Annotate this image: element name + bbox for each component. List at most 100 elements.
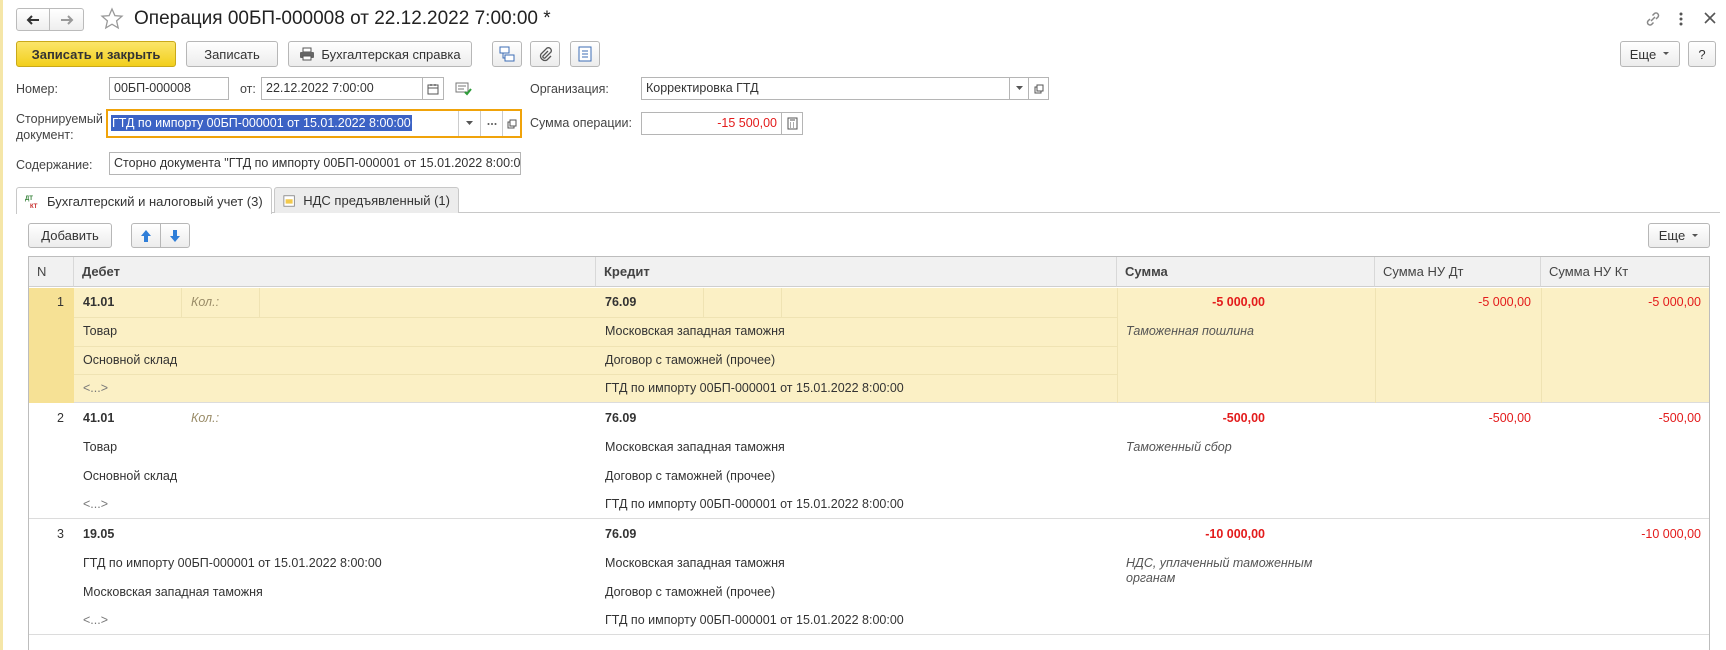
organization-dropdown-button[interactable] <box>1009 77 1029 100</box>
table-row[interactable]: 3 19.05 ГТД по импорту 00БП-000001 от 15… <box>29 520 1709 635</box>
move-up-button[interactable] <box>131 223 161 248</box>
add-button[interactable]: Добавить <box>28 223 112 248</box>
menu-dots-icon[interactable] <box>1676 10 1686 28</box>
tab-vat[interactable]: НДС предъявленный (1) <box>274 187 459 213</box>
entry-content[interactable]: Таможенная пошлина <box>1126 324 1254 338</box>
debit-qty-label: Кол.: <box>191 411 220 425</box>
credit-subconto-2[interactable]: Договор с таможней (прочее) <box>605 353 775 367</box>
tab-accounting-label: Бухгалтерский и налоговый учет (3) <box>47 193 263 209</box>
debit-account[interactable]: 41.01 <box>83 295 114 309</box>
sum-value[interactable]: -500,00 <box>1223 411 1265 425</box>
number-field[interactable]: 00БП-000008 <box>109 77 229 100</box>
organization-open-button[interactable] <box>1028 77 1049 100</box>
column-header-n[interactable]: N <box>29 257 74 287</box>
debit-subconto-2[interactable]: Основной склад <box>83 353 177 367</box>
credit-subconto-3[interactable]: ГТД по импорту 00БП-000001 от 15.01.2022… <box>605 381 904 395</box>
storno-dropdown-button[interactable] <box>458 111 480 136</box>
debit-subconto-1[interactable]: ГТД по импорту 00БП-000001 от 15.01.2022… <box>83 556 382 570</box>
debit-subconto-3[interactable]: <...> <box>83 613 108 627</box>
structure-button[interactable] <box>492 41 522 67</box>
entry-content[interactable]: Таможенный сбор <box>1126 440 1232 454</box>
debit-subconto-2[interactable]: Основной склад <box>83 469 177 483</box>
move-down-button[interactable] <box>160 223 190 248</box>
row-1-subdivider <box>74 374 1117 375</box>
save-and-close-button[interactable]: Записать и закрыть <box>16 41 176 67</box>
entry-content-line2[interactable]: органам <box>1126 571 1175 585</box>
debit-account[interactable]: 41.01 <box>83 411 114 425</box>
help-button[interactable]: ? <box>1688 41 1716 67</box>
row-1-column-divider <box>1375 288 1376 403</box>
entries-table[interactable]: N Дебет Кредит Сумма Сумма НУ Дт Сумма Н… <box>28 256 1710 650</box>
attach-button[interactable] <box>530 41 560 67</box>
sum-value[interactable]: -10 000,00 <box>1205 527 1265 541</box>
debit-subconto-1[interactable]: Товар <box>83 440 117 454</box>
credit-account[interactable]: 76.09 <box>605 527 636 541</box>
debit-credit-icon: ДТ КТ <box>25 196 38 209</box>
table-row[interactable]: 2 41.01 Кол.: Товар Основной склад <...>… <box>29 404 1709 519</box>
storno-document-field[interactable]: ГТД по импорту 00БП-000001 от 15.01.2022… <box>106 109 522 138</box>
credit-subconto-3[interactable]: ГТД по импорту 00БП-000001 от 15.01.2022… <box>605 497 904 511</box>
credit-account[interactable]: 76.09 <box>605 295 636 309</box>
content-field[interactable]: Сторно документа "ГТД по импорту 00БП-00… <box>109 152 521 175</box>
credit-subconto-1[interactable]: Московская западная таможня <box>605 440 785 454</box>
credit-subconto-1[interactable]: Московская западная таможня <box>605 556 785 570</box>
row-1-subdivider <box>74 346 1117 347</box>
entry-content-line1[interactable]: НДС, уплаченный таможенным <box>1126 556 1312 570</box>
row-1-qty-cell-divider <box>181 288 182 317</box>
calculator-icon <box>787 117 797 130</box>
organization-field[interactable]: Корректировка ГТД <box>641 77 1010 100</box>
debit-account[interactable]: 19.05 <box>83 527 114 541</box>
debit-subconto-3[interactable]: <...> <box>83 381 108 395</box>
nu-kt-value[interactable]: -5 000,00 <box>1648 295 1701 309</box>
column-header-nu-dt[interactable]: Сумма НУ Дт <box>1375 257 1541 287</box>
calendar-button[interactable] <box>422 77 444 100</box>
accounting-reference-button[interactable]: Бухгалтерская справка <box>288 41 472 67</box>
nu-kt-value[interactable]: -500,00 <box>1659 411 1701 425</box>
nu-dt-value[interactable]: -5 000,00 <box>1478 295 1531 309</box>
credit-subconto-1[interactable]: Московская западная таможня <box>605 324 785 338</box>
storno-document-value: ГТД по импорту 00БП-000001 от 15.01.2022… <box>111 115 412 131</box>
nu-dt-value[interactable]: -500,00 <box>1489 411 1531 425</box>
back-button[interactable] <box>16 8 50 31</box>
column-header-nu-kt[interactable]: Сумма НУ Кт <box>1541 257 1709 287</box>
chevron-down-icon <box>466 121 473 125</box>
column-header-sum[interactable]: Сумма <box>1117 257 1375 287</box>
save-button[interactable]: Записать <box>186 41 278 67</box>
more-button[interactable]: Еще <box>1620 41 1680 67</box>
forward-button[interactable] <box>50 8 84 31</box>
arrow-down-icon <box>170 229 180 242</box>
grid-more-button[interactable]: Еще <box>1648 223 1710 248</box>
credit-account[interactable]: 76.09 <box>605 411 636 425</box>
posted-status-icon[interactable] <box>455 81 473 97</box>
accounting-reference-label: Бухгалтерская справка <box>321 46 461 62</box>
storno-select-button[interactable] <box>480 111 502 136</box>
sum-value[interactable]: -5 000,00 <box>1212 295 1265 309</box>
window-title: Операция 00БП-000008 от 22.12.2022 7:00:… <box>134 8 551 29</box>
row-number: 2 <box>57 411 64 425</box>
debit-subconto-3[interactable]: <...> <box>83 497 108 511</box>
column-header-debit[interactable]: Дебет <box>74 257 596 287</box>
report-button[interactable] <box>570 41 600 67</box>
credit-subconto-2[interactable]: Договор с таможней (прочее) <box>605 585 775 599</box>
open-icon <box>1034 84 1043 93</box>
column-header-credit[interactable]: Кредит <box>596 257 1117 287</box>
nu-kt-value[interactable]: -10 000,00 <box>1641 527 1701 541</box>
close-icon[interactable] <box>1702 10 1718 26</box>
favorite-star-icon[interactable] <box>100 7 124 31</box>
tab-accounting[interactable]: ДТ КТ Бухгалтерский и налоговый учет (3) <box>16 187 272 214</box>
number-label: Номер: <box>16 82 58 96</box>
debit-subconto-2[interactable]: Московская западная таможня <box>83 585 263 599</box>
date-field[interactable]: 22.12.2022 7:00:00 <box>261 77 423 100</box>
row-1-credit-cell-divider <box>703 288 704 317</box>
operation-sum-field[interactable]: -15 500,00 <box>641 112 782 135</box>
storno-open-button[interactable] <box>502 111 520 136</box>
row-1-column-divider <box>1541 288 1542 403</box>
chevron-down-icon <box>1663 52 1670 55</box>
debit-subconto-1[interactable]: Товар <box>83 324 117 338</box>
calculator-button[interactable] <box>781 112 803 135</box>
credit-subconto-2[interactable]: Договор с таможней (прочее) <box>605 469 775 483</box>
link-icon[interactable] <box>1644 10 1662 28</box>
storno-label-line2: документ: <box>16 128 74 142</box>
table-row[interactable]: 1 41.01 Кол.: Товар Основной склад <...>… <box>29 288 1709 403</box>
credit-subconto-3[interactable]: ГТД по импорту 00БП-000001 от 15.01.2022… <box>605 613 904 627</box>
